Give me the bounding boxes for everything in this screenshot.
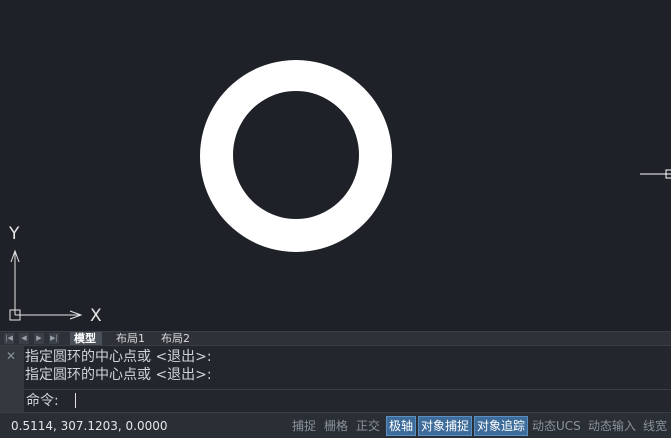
ucs-icon <box>9 249 83 321</box>
otrack-toggle[interactable]: 对象追踪 <box>474 416 529 436</box>
prev-tab-icon[interactable]: ◀ <box>19 333 29 344</box>
history-line: 指定圆环的中心点或 <退出>: <box>25 367 212 383</box>
ucs-y-label: Y <box>9 224 20 244</box>
tab-model[interactable]: 模型 <box>70 332 102 346</box>
ortho-toggle[interactable]: 正交 <box>354 416 382 436</box>
snap-toggle[interactable]: 捕捉 <box>290 416 318 436</box>
command-input[interactable]: 命令: <box>24 389 671 412</box>
crosshair-cursor <box>640 169 671 179</box>
command-window-handle[interactable]: ✕ <box>0 346 24 412</box>
osnap-toggle[interactable]: 对象捕捉 <box>418 416 473 436</box>
donut-shape[interactable] <box>200 60 393 252</box>
cad-window: Y X |◀ ◀ ▶ ▶| 模型 布局1 布局2 ✕ 指定圆环的中心点或 <退出… <box>0 0 671 438</box>
layout-tab-bar: |◀ ◀ ▶ ▶| 模型 布局1 布局2 <box>0 331 671 346</box>
lineweight-toggle[interactable]: 线宽 <box>641 416 669 436</box>
first-tab-icon[interactable]: |◀ <box>4 333 14 344</box>
drawing-svg <box>9 60 671 321</box>
coordinate-readout: 0.5114, 307.1203, 0.0000 <box>11 419 168 433</box>
ucs-x-label: X <box>90 306 102 326</box>
dyn-input-toggle[interactable]: 动态输入 <box>586 416 638 436</box>
last-tab-icon[interactable]: ▶| <box>49 333 59 344</box>
ducs-toggle[interactable]: 动态UCS <box>530 416 583 436</box>
drawing-canvas[interactable]: Y X <box>0 0 671 331</box>
tab-layout1[interactable]: 布局1 <box>112 332 151 346</box>
status-bar: 0.5114, 307.1203, 0.0000 捕捉 栅格 正交 极轴 对象捕… <box>0 412 671 438</box>
grid-toggle[interactable]: 栅格 <box>322 416 350 436</box>
tab-layout2[interactable]: 布局2 <box>157 332 196 346</box>
next-tab-icon[interactable]: ▶ <box>34 333 44 344</box>
polar-toggle[interactable]: 极轴 <box>386 416 417 436</box>
close-icon[interactable]: ✕ <box>6 350 16 362</box>
history-line: 指定圆环的中心点或 <退出>: <box>25 349 212 365</box>
command-window: ✕ 指定圆环的中心点或 <退出>: 指定圆环的中心点或 <退出>: 命令: <box>0 345 671 412</box>
command-prompt: 命令: <box>26 393 59 409</box>
text-caret <box>75 393 76 408</box>
